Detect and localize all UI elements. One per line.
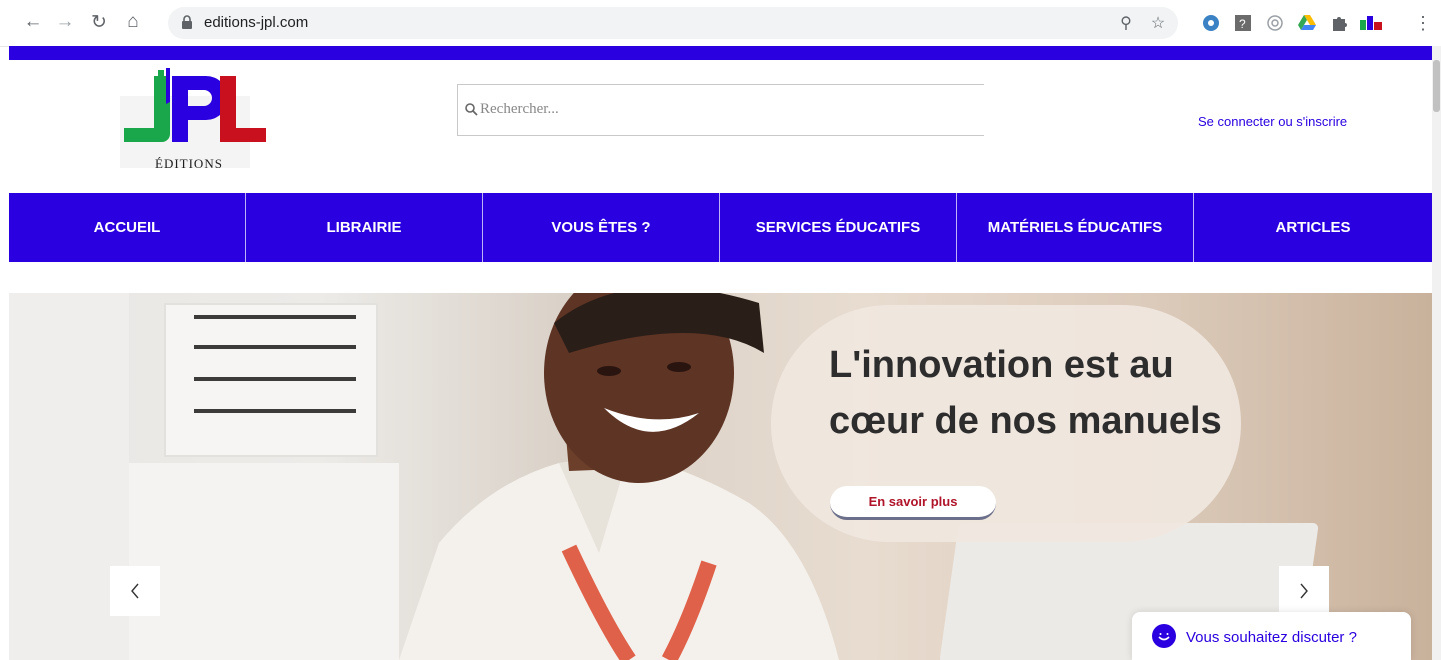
forward-icon[interactable]: → bbox=[52, 9, 78, 35]
extension-blue-circle-icon[interactable] bbox=[1200, 12, 1222, 34]
bookmark-star-icon[interactable]: ☆ bbox=[1148, 13, 1168, 33]
extension-question-icon[interactable]: ? bbox=[1232, 12, 1254, 34]
home-icon[interactable]: ⌂ bbox=[120, 9, 146, 35]
browser-toolbar: ← → ↻ ⌂ editions-jpl.com ⚲ ☆ ? ⋮ bbox=[0, 0, 1441, 47]
browser-menu-icon[interactable]: ⋮ bbox=[1412, 12, 1434, 34]
nav-item-vous-etes[interactable]: VOUS ÊTES ? bbox=[483, 193, 720, 262]
drive-icon[interactable] bbox=[1296, 12, 1318, 34]
address-bar[interactable]: editions-jpl.com ⚲ ☆ bbox=[168, 7, 1178, 39]
shutter-slat bbox=[194, 345, 356, 349]
svg-text:?: ? bbox=[1239, 17, 1246, 31]
zoom-icon[interactable]: ⚲ bbox=[1116, 13, 1136, 33]
extension-fingerprint-icon[interactable] bbox=[1264, 12, 1286, 34]
chat-widget[interactable]: Vous souhaitez discuter ? bbox=[1132, 612, 1411, 660]
search-icon bbox=[465, 103, 478, 116]
reload-icon[interactable]: ↻ bbox=[86, 9, 112, 35]
back-icon[interactable]: ← bbox=[20, 9, 46, 35]
site-top-bar bbox=[9, 46, 1432, 60]
learn-more-button[interactable]: En savoir plus bbox=[830, 486, 996, 520]
shutter-slat bbox=[194, 409, 356, 413]
shutter-slat bbox=[194, 377, 356, 381]
jpl-extension-icon[interactable] bbox=[1360, 12, 1382, 34]
chat-label: Vous souhaitez discuter ? bbox=[1186, 629, 1357, 646]
site-header: ÉDITIONS Se connecter ou s'inscrire bbox=[9, 60, 1432, 193]
lock-icon bbox=[182, 15, 192, 29]
hero-headline: L'innovation est au cœur de nos manuels bbox=[829, 344, 1222, 442]
search-input[interactable] bbox=[480, 85, 970, 133]
main-nav: ACCUEIL LIBRAIRIE VOUS ÊTES ? SERVICES É… bbox=[9, 193, 1432, 262]
shutter-slat bbox=[194, 315, 356, 319]
next-slide-button[interactable] bbox=[1279, 566, 1329, 616]
prev-slide-button[interactable] bbox=[110, 566, 160, 616]
chat-smiley-icon bbox=[1152, 624, 1176, 648]
nav-item-services-educatifs[interactable]: SERVICES ÉDUCATIFS bbox=[720, 193, 957, 262]
nav-item-articles[interactable]: ARTICLES bbox=[1194, 193, 1432, 262]
page-scrollbar[interactable] bbox=[1432, 46, 1441, 660]
search-box[interactable] bbox=[457, 84, 984, 136]
nav-item-accueil[interactable]: ACCUEIL bbox=[9, 193, 246, 262]
hero-slider: L'innovation est au cœur de nos manuels … bbox=[9, 293, 1432, 660]
nav-item-materiels-educatifs[interactable]: MATÉRIELS ÉDUCATIFS bbox=[957, 193, 1194, 262]
wall-wainscot bbox=[129, 463, 399, 660]
nav-item-librairie[interactable]: LIBRAIRIE bbox=[246, 193, 483, 262]
scrollbar-thumb[interactable] bbox=[1433, 60, 1440, 112]
chevron-right-icon bbox=[1300, 583, 1308, 599]
extensions-puzzle-icon[interactable] bbox=[1328, 12, 1350, 34]
logo-text: ÉDITIONS bbox=[155, 156, 223, 171]
url-text: editions-jpl.com bbox=[204, 14, 309, 31]
login-link[interactable]: Se connecter ou s'inscrire bbox=[1198, 114, 1347, 129]
chevron-left-icon bbox=[131, 583, 139, 599]
